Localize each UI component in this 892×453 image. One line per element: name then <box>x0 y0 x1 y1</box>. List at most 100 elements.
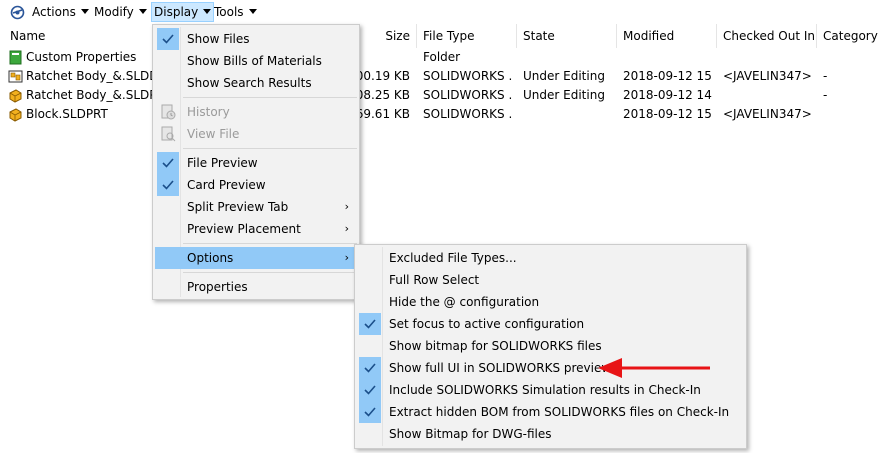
menu-tools-label: Tools <box>214 5 244 19</box>
column-file-type-label: File Type <box>423 29 475 43</box>
checkmark-icon <box>359 401 381 423</box>
drawing-icon <box>8 70 23 83</box>
part-icon <box>9 89 22 103</box>
table-row[interactable]: Ratchet Body_&.SLDPRT 308.25 KB SOLIDWOR… <box>0 86 892 105</box>
menu-display-label: Display <box>154 5 199 19</box>
menu-separator <box>183 243 357 244</box>
menu-item-options[interactable]: Options › <box>155 247 357 269</box>
file-list-header: Name Size File Type State Modified Check… <box>0 24 892 48</box>
menu-item-label: Include SOLIDWORKS Simulation results in… <box>389 383 701 397</box>
menu-item-label: File Preview <box>187 156 258 170</box>
file-type: SOLIDWORKS ... <box>423 107 513 121</box>
file-type: SOLIDWORKS ... <box>423 88 513 102</box>
vault-logo-icon[interactable] <box>10 5 25 20</box>
menu-item-label: Options <box>187 251 234 265</box>
menu-item-properties[interactable]: Properties <box>155 276 357 298</box>
menu-item-label: Split Preview Tab <box>187 200 289 214</box>
menu-item-label: Show bitmap for SOLIDWORKS files <box>389 339 602 353</box>
file-modified: 2018-09-12 15:... <box>623 107 713 121</box>
column-checked-out-in-label: Checked Out In <box>723 29 816 43</box>
menu-item-split-preview-tab[interactable]: Split Preview Tab › <box>155 196 357 218</box>
file-checked-out-in: <JAVELIN347>... <box>723 107 813 121</box>
menu-item-label: Show full UI in SOLIDWORKS preview <box>389 361 612 375</box>
menu-modify-label: Modify <box>94 5 134 19</box>
menu-item-label: Full Row Select <box>389 273 480 287</box>
checkmark-icon <box>157 28 179 50</box>
column-header-state[interactable]: State <box>517 24 617 48</box>
menu-item-excluded-file-types[interactable]: Excluded File Types... <box>357 247 744 269</box>
menu-item-label: Excluded File Types... <box>389 251 517 265</box>
menu-item-card-preview[interactable]: Card Preview <box>155 174 357 196</box>
chevron-right-icon: › <box>344 200 349 213</box>
menu-item-view-file[interactable]: View File <box>155 123 357 145</box>
menu-item-label: View File <box>187 127 240 141</box>
chevron-down-icon <box>248 9 257 14</box>
menu-item-preview-placement[interactable]: Preview Placement › <box>155 218 357 240</box>
file-state: Under Editing <box>523 88 605 102</box>
menubar: Actions Modify Display Tools <box>0 0 892 24</box>
menu-separator <box>183 272 357 273</box>
column-name-label: Name <box>10 29 46 43</box>
menu-item-full-row-select[interactable]: Full Row Select <box>357 269 744 291</box>
chevron-down-icon <box>138 9 147 14</box>
menu-separator <box>183 97 357 98</box>
column-state-label: State <box>523 29 555 43</box>
menu-item-label: Extract hidden BOM from SOLIDWORKS files… <box>389 405 730 419</box>
menu-separator <box>183 148 357 149</box>
column-header-file-type[interactable]: File Type <box>417 24 517 48</box>
checkmark-icon <box>359 357 381 379</box>
menu-item-extract-hidden-bom[interactable]: Extract hidden BOM from SOLIDWORKS files… <box>357 401 744 423</box>
column-header-modified[interactable]: Modified <box>617 24 717 48</box>
checkmark-icon <box>157 174 179 196</box>
menu-item-show-search-results[interactable]: Show Search Results <box>155 72 357 94</box>
table-row[interactable]: Ratchet Body_&.SLDDRW 500.19 KB SOLIDWOR… <box>0 67 892 86</box>
menu-item-set-focus-active-configuration[interactable]: Set focus to active configuration <box>357 313 744 335</box>
menu-item-hide-configuration[interactable]: Hide the @ configuration <box>357 291 744 313</box>
menu-item-label: Show Search Results <box>187 76 312 90</box>
file-checked-out-in: <JAVELIN347>... <box>723 69 813 83</box>
column-header-category[interactable]: Category <box>817 24 892 48</box>
folder-icon <box>9 50 22 65</box>
file-modified: 2018-09-12 15:... <box>623 69 713 83</box>
menu-item-label: Properties <box>187 280 248 294</box>
checkmark-icon <box>359 313 381 335</box>
menu-item-include-simulation-results[interactable]: Include SOLIDWORKS Simulation results in… <box>357 379 744 401</box>
menu-tools[interactable]: Tools <box>211 2 260 22</box>
checkmark-icon <box>359 379 381 401</box>
file-type: Folder <box>423 50 461 64</box>
menu-item-show-bitmap-solidworks[interactable]: Show bitmap for SOLIDWORKS files <box>357 335 744 357</box>
table-row[interactable]: Block.SLDPRT 69.61 KB SOLIDWORKS ... 201… <box>0 105 892 124</box>
table-row[interactable]: Custom Properties Folder <box>0 48 892 67</box>
checkmark-icon <box>157 152 179 174</box>
file-state: Under Editing <box>523 69 605 83</box>
menu-actions[interactable]: Actions <box>29 2 92 22</box>
file-type: SOLIDWORKS ... <box>423 69 513 83</box>
menu-item-label: Show Files <box>187 32 250 46</box>
column-header-checked-out-in[interactable]: Checked Out In <box>717 24 817 48</box>
chevron-down-icon <box>80 9 89 14</box>
file-modified: 2018-09-12 14:... <box>623 88 713 102</box>
menu-item-show-bills-of-materials[interactable]: Show Bills of Materials <box>155 50 357 72</box>
column-category-label: Category <box>823 29 878 43</box>
menu-display[interactable]: Display <box>151 2 215 22</box>
column-modified-label: Modified <box>623 29 675 43</box>
menu-item-label: Preview Placement <box>187 222 301 236</box>
menu-item-label: History <box>187 105 230 119</box>
view-file-icon <box>161 126 176 142</box>
menu-item-show-files[interactable]: Show Files <box>155 28 357 50</box>
menu-item-history[interactable]: History <box>155 101 357 123</box>
menu-item-label: Card Preview <box>187 178 266 192</box>
part-icon <box>9 108 22 122</box>
menu-modify[interactable]: Modify <box>91 2 150 22</box>
menu-item-label: Hide the @ configuration <box>389 295 540 309</box>
menu-actions-label: Actions <box>32 5 76 19</box>
column-size-label: Size <box>385 29 410 43</box>
menu-item-file-preview[interactable]: File Preview <box>155 152 357 174</box>
options-submenu: Excluded File Types... Full Row Select H… <box>354 244 747 449</box>
menu-item-show-bitmap-dwg[interactable]: Show Bitmap for DWG-files <box>357 423 744 445</box>
menu-item-label: Set focus to active configuration <box>389 317 585 331</box>
display-menu: Show Files Show Bills of Materials Show … <box>152 24 360 300</box>
menu-item-label: Show Bills of Materials <box>187 54 322 68</box>
file-category: - <box>823 69 828 83</box>
chevron-right-icon: › <box>344 222 349 235</box>
